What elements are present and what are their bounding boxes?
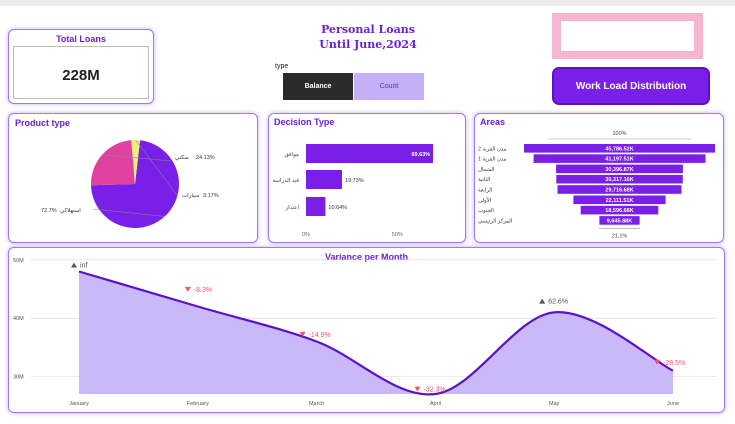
areas-funnel-chart: 100% 45,786.52K مدن القرية 2 41,197.51K مدن … <box>478 131 715 239</box>
funnel-category-7: المركز الرئيسي <box>478 218 512 224</box>
variance-xtick-5: June <box>667 401 679 407</box>
funnel-category-5: الأولى <box>478 196 491 204</box>
variance-card: Variance per Month 30M 40M 50M January Febru… <box>8 247 725 413</box>
funnel-value-0: 45,786.52K <box>605 146 633 152</box>
decision-value-0: 69.63% <box>411 152 430 158</box>
variance-xtick-0: January <box>69 401 89 407</box>
pie-label-2: سيارات <box>182 192 200 199</box>
variance-xtick-2: March <box>309 401 324 407</box>
type-slicer-label: type <box>275 63 289 70</box>
funnel-category-4: الرابعة <box>478 188 492 194</box>
variance-annotation-2: -14.9% <box>309 332 331 339</box>
variance-ytick-1: 40M <box>13 316 24 322</box>
total-loans-title: Total Loans <box>56 34 106 44</box>
variance-ytick-0: 30M <box>13 375 24 381</box>
funnel-top-label: 100% <box>612 131 626 137</box>
decision-tick-1: 50% <box>392 232 403 238</box>
funnel-category-6: الجنوب <box>478 208 494 214</box>
decision-bar-2 <box>306 197 326 216</box>
pie-slice-1 <box>91 140 135 186</box>
top-band <box>0 0 735 6</box>
pie-label-0: استهلاكي <box>60 207 81 214</box>
variance-xtick-3: April <box>430 401 441 407</box>
funnel-value-6: 18,596.68K <box>605 208 633 214</box>
funnel-value-7: 9,645.88K <box>607 218 632 224</box>
total-loans-card: Total Loans 228M <box>8 29 154 104</box>
variance-ytick-2: 50M <box>13 258 24 264</box>
funnel-value-3: 30,317.16K <box>605 177 633 183</box>
decision-category-2: اعتذار <box>284 204 299 211</box>
pie-value-0: 72.7% <box>41 208 57 214</box>
variance-xtick-1: February <box>187 401 209 407</box>
funnel-category-2: الشمال <box>478 167 494 173</box>
decision-category-0: موافق <box>284 151 299 158</box>
variance-xtick-4: May <box>549 401 560 407</box>
dashboard-page: Total Loans 228M Personal Loans Until Ju… <box>0 0 735 424</box>
pink-frame <box>552 13 703 59</box>
variance-annotation-3: -32.3% <box>423 387 445 394</box>
type-option-count[interactable]: Count <box>354 73 424 100</box>
work-load-distribution-button[interactable]: Work Load Distribution <box>552 67 710 105</box>
total-loans-box: 228M <box>13 46 149 99</box>
variance-annotation-1: -8.3% <box>194 287 212 294</box>
variance-annotation-marker-4 <box>539 298 546 304</box>
type-option-balance[interactable]: Balance <box>283 73 353 100</box>
variance-annotation-marker-1 <box>184 286 191 292</box>
areas-card: Areas 100% 45,786.52K مدن القرية 2 41,197.5… <box>474 113 724 243</box>
funnel-category-1: مدن القرية 1 <box>478 157 507 163</box>
variance-area-chart: 30M 40M 50M January February March April May Jun… <box>13 258 717 407</box>
report-title-line-2: Until June,2024 <box>319 38 417 51</box>
product-pie-chart: 72.7% استهلاكي سكني 24.13% سيارات 3.17% <box>41 139 219 228</box>
pie-value-2: 3.17% <box>203 193 219 199</box>
variance-annotation-4: 62.6% <box>548 299 568 306</box>
pie-value-1: 24.13% <box>196 155 215 161</box>
report-title: Personal Loans Until June,2024 <box>300 22 436 52</box>
variance-annotation-marker-0 <box>71 262 77 268</box>
product-type-card: Product type 72.7% استهلاكي سكني 24.13% سيار… <box>8 113 258 243</box>
decision-category-1: قيد الدراسة <box>272 177 299 184</box>
pink-frame-inner <box>561 21 694 51</box>
funnel-category-0: مدن القرية 2 <box>478 146 507 152</box>
funnel-value-5: 22,111.51K <box>606 198 634 204</box>
decision-value-1: 19.73% <box>345 178 364 184</box>
report-title-line-1: Personal Loans <box>321 23 415 36</box>
total-loans-value: 228M <box>62 67 100 84</box>
decision-tick-0: 0% <box>302 232 310 238</box>
funnel-value-2: 30,396.87K <box>605 167 633 173</box>
funnel-category-3: الثانية <box>478 177 490 183</box>
funnel-value-4: 29,716.68K <box>605 188 633 194</box>
funnel-bottom-label: 21.1% <box>612 233 628 239</box>
decision-bar-1 <box>306 170 342 189</box>
decision-type-card: Decision Type موافق 69.63% قيد الدراسة 19.7… <box>268 113 466 243</box>
decision-bar-chart: موافق 69.63% قيد الدراسة 19.73% اعتذار 10.64%… <box>272 144 434 238</box>
variance-annotation-marker-3 <box>414 386 421 392</box>
variance-annotation-0: inf <box>80 263 87 270</box>
decision-value-2: 10.64% <box>328 205 347 211</box>
funnel-value-1: 41,197.51K <box>605 157 633 163</box>
pie-label-1: سكني <box>175 154 189 161</box>
variance-annotation-5: -28.5% <box>663 360 685 367</box>
